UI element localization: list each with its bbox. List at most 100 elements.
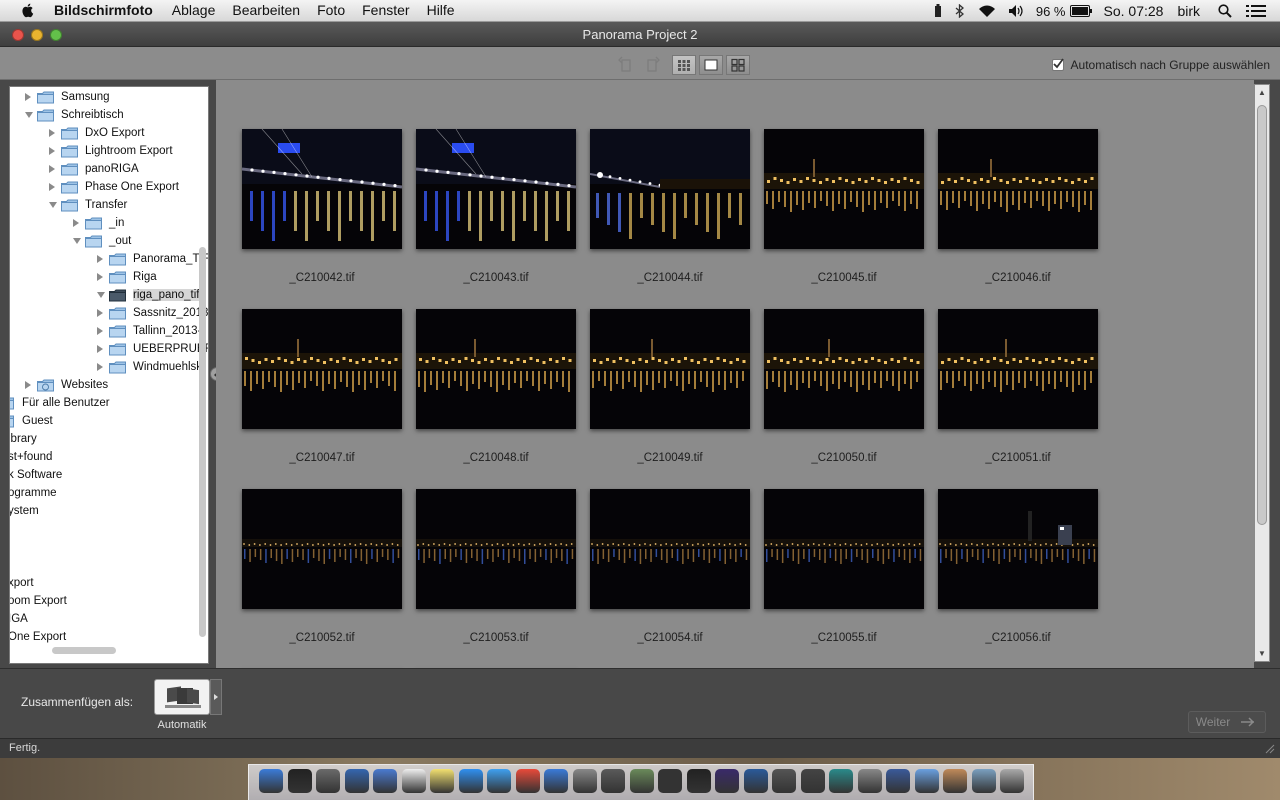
- tree-item[interactable]: Lightroom Export: [49, 142, 173, 160]
- apple-icon[interactable]: [20, 2, 36, 18]
- photo-thumbnail[interactable]: _C210052.tif: [242, 489, 402, 644]
- battery-percent[interactable]: 96 %: [1036, 4, 1066, 19]
- tree-item[interactable]: UEBERPRUEFE: [97, 340, 208, 358]
- bluetooth-icon[interactable]: [954, 4, 966, 18]
- tree-item[interactable]: ibrary: [10, 430, 37, 448]
- photo-thumbnail[interactable]: _C210050.tif: [764, 309, 924, 464]
- photos-icon[interactable]: [629, 769, 654, 793]
- aperture-icon[interactable]: [715, 769, 739, 793]
- photo-thumbnail[interactable]: _C210053.tif: [416, 489, 576, 644]
- photo-thumbnail[interactable]: _C210046.tif: [938, 129, 1098, 284]
- disclosure-closed-icon[interactable]: [97, 255, 103, 263]
- disclosure-open-icon[interactable]: [49, 202, 57, 208]
- word-icon[interactable]: [544, 769, 568, 793]
- thumbnail-image[interactable]: [242, 489, 402, 609]
- menu-hilfe[interactable]: Hilfe: [427, 2, 455, 18]
- tree-item[interactable]: panoRIGA: [49, 160, 139, 178]
- disclosure-open-icon[interactable]: [97, 292, 105, 298]
- notes-icon[interactable]: [430, 769, 454, 793]
- terminal-icon[interactable]: [287, 769, 312, 793]
- app-icon[interactable]: [829, 769, 853, 793]
- menu-foto[interactable]: Foto: [317, 2, 345, 18]
- scroll-thumb[interactable]: [1257, 105, 1267, 525]
- tree-item[interactable]: _out: [73, 232, 131, 250]
- scroll-down-arrow[interactable]: ▼: [1258, 649, 1266, 658]
- merge-mode-dropdown[interactable]: [210, 679, 222, 715]
- tree-item[interactable]: Guest: [10, 412, 53, 430]
- folder-browser[interactable]: Samsung Schreibtisch DxO Export Lightroom E…: [9, 86, 209, 664]
- tree-item[interactable]: k Software: [10, 466, 62, 484]
- thumbnail-image[interactable]: [764, 489, 924, 609]
- safari-icon[interactable]: [487, 769, 511, 793]
- rotate-right-button[interactable]: [640, 55, 664, 75]
- user-name[interactable]: birk: [1177, 3, 1200, 19]
- disclosure-open-icon[interactable]: [25, 112, 33, 118]
- battery-status-icon[interactable]: [934, 4, 942, 18]
- camera-icon[interactable]: [572, 769, 597, 793]
- photo-icon[interactable]: [601, 769, 625, 793]
- tree-item[interactable]: ystem: [10, 502, 39, 520]
- disclosure-closed-icon[interactable]: [97, 363, 103, 371]
- disclosure-closed-icon[interactable]: [73, 219, 79, 227]
- view-grid-large-button[interactable]: [726, 55, 750, 75]
- photo-thumbnail[interactable]: _C210055.tif: [764, 489, 924, 644]
- tree-item[interactable]: oom Export: [10, 592, 67, 610]
- thumbnail-image[interactable]: [416, 489, 576, 609]
- next-button[interactable]: Weiter: [1188, 711, 1266, 733]
- preview-icon[interactable]: [373, 769, 397, 793]
- battery-icon[interactable]: [1069, 5, 1092, 17]
- auto-group-checkbox[interactable]: Automatisch nach Gruppe auswählen: [1051, 58, 1270, 72]
- photo-thumbnail[interactable]: _C210051.tif: [938, 309, 1098, 464]
- thumbnail-image[interactable]: [938, 309, 1098, 429]
- app-icon[interactable]: [886, 769, 910, 793]
- tree-item[interactable]: Sassnitz_2013: [97, 304, 208, 322]
- photo-thumbnail[interactable]: _C210043.tif: [416, 129, 576, 284]
- tree-item[interactable]: Panorama_TIF: [97, 250, 208, 268]
- home-folder-icon[interactable]: [943, 769, 967, 793]
- sidebar-vertical-scrollbar[interactable]: [199, 247, 206, 637]
- photo-thumbnail[interactable]: _C210044.tif: [590, 129, 750, 284]
- photo-thumbnail[interactable]: _C210056.tif: [938, 489, 1098, 644]
- wifi-icon[interactable]: [978, 4, 996, 18]
- tree-item[interactable]: Websites: [25, 376, 108, 394]
- view-grid-small-button[interactable]: [672, 55, 696, 75]
- finder-icon[interactable]: [259, 769, 283, 793]
- itunes-icon[interactable]: [458, 769, 483, 793]
- thumbnail-grid[interactable]: _C210042.tif _C210043.tif _C210044.tif _C21…: [216, 80, 1254, 668]
- disclosure-closed-icon[interactable]: [49, 147, 55, 155]
- tree-item[interactable]: IGA: [10, 610, 28, 628]
- thumbnail-image[interactable]: [764, 129, 924, 249]
- menu-bearbeiten[interactable]: Bearbeiten: [232, 2, 300, 18]
- disclosure-closed-icon[interactable]: [49, 129, 55, 137]
- search-icon[interactable]: [1218, 4, 1232, 18]
- disclosure-closed-icon[interactable]: [25, 93, 31, 101]
- calendar-icon[interactable]: [401, 769, 426, 793]
- tree-item[interactable]: xport: [10, 574, 34, 592]
- tree-item[interactable]: Windmuehlsk: [97, 358, 202, 376]
- checkbox-box[interactable]: [1051, 58, 1064, 71]
- downloads-folder-icon[interactable]: [971, 769, 996, 793]
- menu-fenster[interactable]: Fenster: [362, 2, 409, 18]
- resize-grip-icon[interactable]: [1264, 743, 1276, 755]
- tree-item[interactable]: Riga: [97, 268, 157, 286]
- thumbnail-image[interactable]: [416, 309, 576, 429]
- disclosure-closed-icon[interactable]: [97, 345, 103, 353]
- photo-thumbnail[interactable]: _C210045.tif: [764, 129, 924, 284]
- lightroom-icon[interactable]: [686, 769, 711, 793]
- disclosure-closed-icon[interactable]: [97, 273, 103, 281]
- photo-thumbnail[interactable]: _C210042.tif: [242, 129, 402, 284]
- merge-mode-button[interactable]: [154, 679, 210, 715]
- thumbnail-image[interactable]: [242, 129, 402, 249]
- tree-item[interactable]: Tallinn_2013-: [97, 322, 201, 340]
- clock[interactable]: So. 07:28: [1104, 3, 1164, 19]
- thumbnail-image[interactable]: [590, 489, 750, 609]
- tree-item[interactable]: Für alle Benutzer: [10, 394, 110, 412]
- tree-item[interactable]: st+found: [10, 448, 52, 466]
- view-single-button[interactable]: [699, 55, 723, 75]
- photo-thumbnail[interactable]: _C210054.tif: [590, 489, 750, 644]
- menu-app-name[interactable]: Bildschirmfoto: [54, 2, 153, 18]
- thumbnail-image[interactable]: [938, 129, 1098, 249]
- tree-item[interactable]: riga_pano_tiff: [97, 286, 203, 304]
- title-bar[interactable]: Panorama Project 2: [0, 22, 1280, 47]
- disclosure-closed-icon[interactable]: [97, 327, 103, 335]
